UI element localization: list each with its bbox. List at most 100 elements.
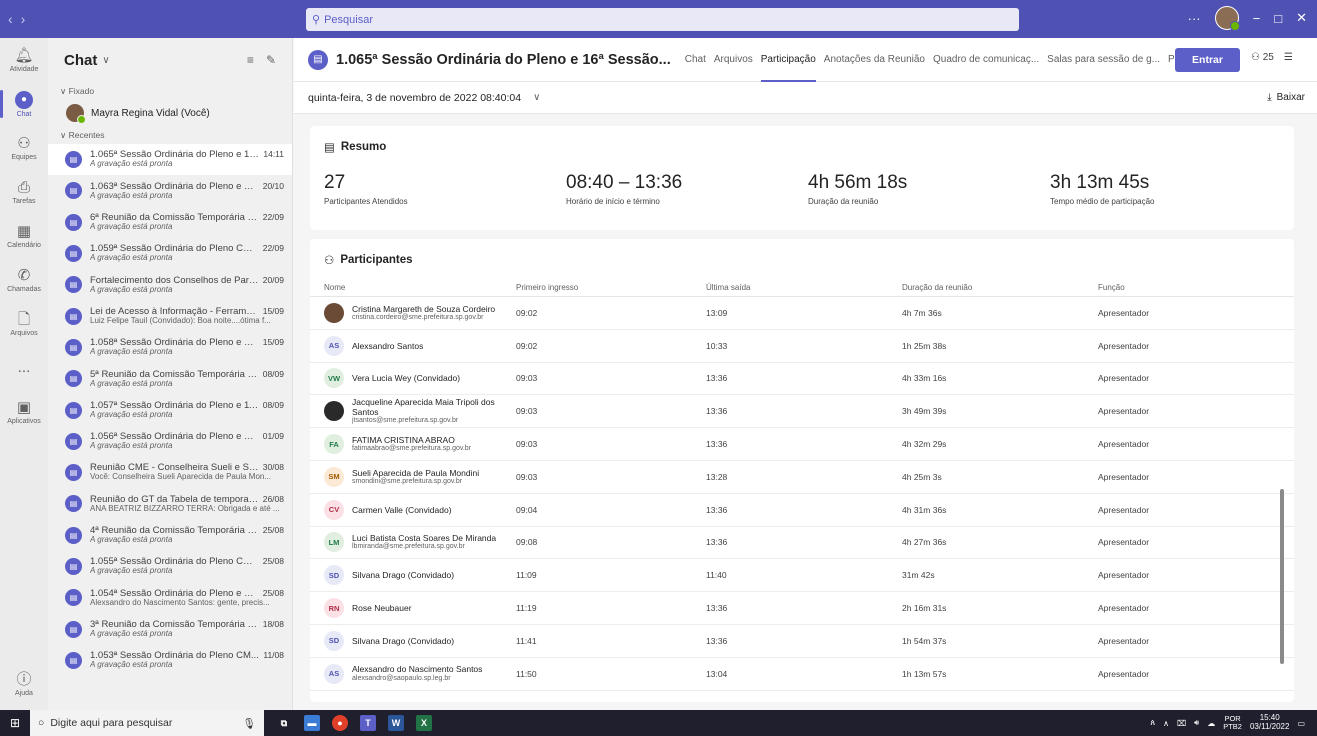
role: Apresentador [1098, 439, 1150, 450]
chat-list-item[interactable]: ▤ 1.063ª Sessão Ordinária do Pleno e 14..… [48, 175, 292, 206]
language-indicator[interactable]: POR PTB2 [1223, 714, 1242, 732]
chat-list-item[interactable]: ▤ Lei de Acesso à Informação - Ferrame...… [48, 300, 292, 331]
chat-list-item[interactable]: ▤ 1.054ª Sessão Ordinária do Pleno e 9ª..… [48, 582, 292, 613]
chat-list-item[interactable]: ▤ Reunião CME - Conselheira Sueli e Se...… [48, 457, 292, 488]
tab-3[interactable]: Anotações da Reunião [820, 38, 929, 82]
chat-list-item[interactable]: ▤ 1.055ª Sessão Ordinária do Pleno CM... 2… [48, 551, 292, 582]
tab-5[interactable]: Salas para sessão de g... [1043, 38, 1164, 82]
explorer-icon[interactable]: ▬ [304, 715, 320, 731]
filter-icon[interactable]: ≡ [247, 53, 254, 67]
app-apps[interactable]: ▣ Aplicativos [0, 390, 48, 434]
table-row[interactable]: RN Rose Neubauer 11:19 13:36 2h 16m 31s Apres… [310, 592, 1294, 625]
chat-list-item[interactable]: ▤ 4ª Reunião da Comissão Temporária d... 2… [48, 520, 292, 551]
excel-icon[interactable]: X [416, 715, 432, 731]
avatar: CV [324, 499, 344, 520]
close-button[interactable]: ✕ [1296, 10, 1307, 26]
table-row[interactable]: CV Carmen Valle (Convidado) 09:04 13:36 4h 3… [310, 494, 1294, 527]
last-leave: 13:36 [706, 373, 728, 384]
session-date-select[interactable]: quinta-feira, 3 de novembro de 2022 08:4… [308, 92, 540, 104]
chat-title: Fortalecimento dos Conselhos de Part... [90, 275, 259, 286]
app-help[interactable]: ⓘ Ajuda [0, 662, 48, 706]
recent-section-label[interactable]: ∨ Recentes [48, 126, 292, 144]
people-icon: ⚇ [324, 255, 335, 267]
minimize-button[interactable]: − [1253, 11, 1261, 26]
download-button[interactable]: ⤓ Baixar [1267, 92, 1305, 103]
chrome-icon[interactable]: ● [332, 715, 348, 731]
chat-list-item[interactable]: ▤ 1.065ª Sessão Ordinária do Pleno e 16..… [48, 144, 292, 176]
chat-list-item[interactable]: ▤ 1.059ª Sessão Ordinária do Pleno CM... 2… [48, 238, 292, 269]
notification-icon[interactable]: ▭ [1297, 719, 1305, 728]
first-join: 11:41 [516, 635, 537, 646]
network-icon[interactable]: ⌧ [1177, 719, 1186, 728]
chat-title[interactable]: Chat ∨ [64, 52, 110, 69]
meeting-icon: ▤ [65, 620, 82, 638]
chat-list-item[interactable]: ▤ 6ª Reunião da Comissão Temporária d... 2… [48, 207, 292, 238]
chat-list-item[interactable]: ▤ 1.058ª Sessão Ordinária do Pleno e 12..… [48, 332, 292, 363]
summary-title: Resumo [340, 141, 387, 153]
participants-count[interactable]: ⚇ 25 [1251, 52, 1274, 63]
table-row[interactable]: SD Silvana Drago (Convidado) 11:41 13:36 1h … [310, 625, 1294, 658]
chat-list-item[interactable]: ▤ 3ª Reunião da Comissão Temporária d... 1… [48, 613, 292, 644]
pinned-chat-item[interactable]: Mayra Regina Vidal (Você) [48, 100, 292, 126]
maximize-button[interactable]: □ [1274, 11, 1282, 26]
app-teams[interactable]: ⚇ Equipes [0, 126, 48, 170]
word-icon[interactable]: W [388, 715, 404, 731]
participant-name: Alexsandro Santos [352, 340, 424, 351]
chat-list-item[interactable]: ▤ 1.056ª Sessão Ordinária do Pleno e 10..… [48, 426, 292, 457]
table-row[interactable]: Jacqueline Aparecida Maia Tripoli dos Sa… [310, 395, 1294, 429]
table-row[interactable]: AS Alexsandro do Nascimento Santos alexsan… [310, 658, 1294, 691]
table-row[interactable]: LM Luci Batista Costa Soares De Miranda lb… [310, 527, 1294, 560]
onedrive-icon[interactable]: ☁ [1207, 719, 1215, 728]
chevron-up-icon[interactable]: ∧ [1163, 719, 1169, 728]
list-icon[interactable]: ☰ [1284, 52, 1293, 63]
tab-1[interactable]: Arquivos [710, 38, 757, 82]
tab-2[interactable]: Participação [757, 38, 820, 82]
microphone-icon[interactable]: 🎙︎ [243, 717, 264, 730]
search-input[interactable]: ⚲ Pesquisar [306, 8, 1019, 31]
app-chat[interactable]: ● Chat [0, 82, 48, 126]
table-row[interactable]: SD Silvana Drago (Convidado) 11:09 11:40 31m… [310, 559, 1294, 593]
chat-list-item[interactable]: ▤ 5ª Reunião da Comissão Temporária d... 0… [48, 363, 292, 394]
taskbar-search-input[interactable]: ○ Digite aqui para pesquisar 🎙︎ [30, 710, 264, 736]
tasks-icon: ⎙ [17, 178, 30, 196]
profile-avatar[interactable] [1214, 6, 1240, 31]
app-more[interactable]: ... [0, 346, 48, 390]
chat-list-item[interactable]: ▤ Fortalecimento dos Conselhos de Part...… [48, 269, 292, 300]
forward-arrow-icon[interactable]: › [21, 11, 26, 27]
app-files[interactable]: 🗋 Arquivos [0, 302, 48, 346]
table-row[interactable]: SM Sueli Aparecida de Paula Mondini smondi… [310, 461, 1294, 494]
task-view-icon[interactable]: ⧉ [276, 715, 292, 731]
back-arrow-icon[interactable]: ‹ [8, 11, 13, 27]
chat-list-item[interactable]: ▤ Reunião do GT da Tabela de temporali...… [48, 488, 292, 519]
app-calls[interactable]: ✆ Chamadas [0, 258, 48, 302]
avatar: LM [324, 532, 344, 553]
chat-title: 1.059ª Sessão Ordinária do Pleno CM... [90, 244, 259, 255]
volume-icon[interactable]: 🔊︎ [1194, 718, 1199, 728]
chat-list-item[interactable]: ▤ 1.057ª Sessão Ordinária do Pleno e 11..… [48, 394, 292, 425]
duration: 4h 31m 36s [902, 504, 947, 515]
tab-0[interactable]: Chat [681, 38, 710, 82]
table-row[interactable]: AS Alexsandro Santos 09:02 10:33 1h 25m 38s A… [310, 330, 1294, 363]
app-tasks[interactable]: ⎙ Tarefas [0, 170, 48, 214]
app-calendar[interactable]: ▦ Calendário [0, 214, 48, 258]
person-icon[interactable]: ጰ [1150, 718, 1155, 728]
app-activity[interactable]: 🔔︎ Atividade [0, 38, 48, 82]
chevron-down-icon: ∨ [102, 54, 110, 66]
tab-4[interactable]: Quadro de comunicaç... [929, 38, 1043, 82]
table-row[interactable]: Cristina Margareth de Souza Cordeiro cris… [310, 297, 1294, 330]
chat-date: 18/08 [262, 618, 284, 629]
chat-date: 25/08 [262, 587, 284, 598]
clock[interactable]: 15:40 03/11/2022 [1250, 713, 1289, 732]
stat-label: Participantes Atendidos [324, 197, 408, 206]
teams-app-icon[interactable]: T [360, 715, 376, 731]
more-options-icon[interactable]: ··· [1188, 11, 1201, 26]
pinned-section-label[interactable]: ∨ Fixado [48, 82, 292, 100]
chat-list-item[interactable]: ▤ 1.053ª Sessão Ordinária do Pleno CM... 1… [48, 645, 292, 676]
table-row[interactable]: VW Vera Lucia Wey (Convidado) 09:03 13:36 4h… [310, 363, 1294, 396]
scrollbar[interactable] [1280, 489, 1284, 664]
table-row[interactable]: FA FATIMA CRISTINA ABRAO fatimaabrao@sme.p… [310, 428, 1294, 461]
windows-start-icon[interactable]: ⊞ [0, 716, 30, 730]
chat-date: 08/09 [262, 368, 284, 379]
join-button[interactable]: Entrar [1175, 48, 1240, 72]
new-chat-icon[interactable]: ✎ [266, 53, 276, 67]
